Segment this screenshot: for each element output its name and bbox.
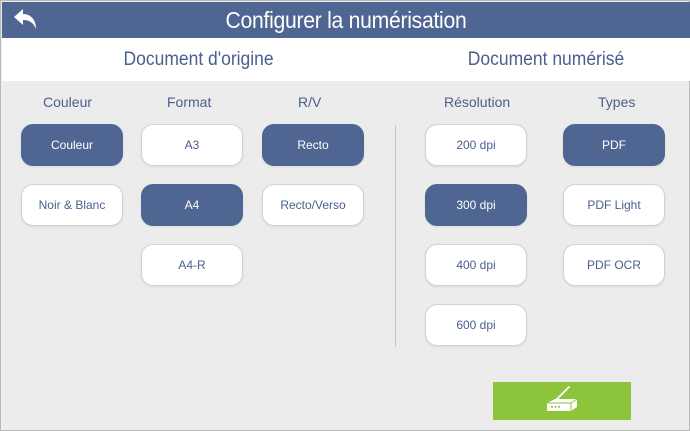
back-arrow-icon[interactable] — [12, 7, 42, 33]
resolution-column-label: Résolution — [444, 94, 511, 110]
option-couleur[interactable]: Couleur — [21, 124, 123, 166]
option-600-dpi[interactable]: 600 dpi — [425, 304, 527, 346]
scan-button[interactable] — [493, 382, 631, 420]
option-recto-verso[interactable]: Recto/Verso — [262, 184, 364, 226]
option-noir-blanc[interactable]: Noir & Blanc — [21, 184, 123, 226]
scanned-section-title: Document numérisé — [467, 49, 625, 70]
page-title: Configurer la numérisation — [225, 6, 467, 33]
title-bar: Configurer la numérisation — [2, 2, 690, 38]
scanner-icon — [545, 385, 579, 417]
option-a3[interactable]: A3 — [141, 124, 243, 166]
option-pdf-ocr[interactable]: PDF OCR — [563, 244, 665, 286]
scan-config-screen: Configurer la numérisation Document d'or… — [0, 0, 690, 431]
option-200-dpi[interactable]: 200 dpi — [425, 124, 527, 166]
origin-section-title: Document d'origine — [123, 49, 274, 70]
option-300-dpi[interactable]: 300 dpi — [425, 184, 527, 226]
option-400-dpi[interactable]: 400 dpi — [425, 244, 527, 286]
format-column-label: Format — [167, 94, 212, 110]
section-divider — [395, 125, 396, 347]
option-recto[interactable]: Recto — [262, 124, 364, 166]
types-column-label: Types — [598, 94, 636, 110]
rv-column-label: R/V — [298, 94, 322, 110]
couleur-column-label: Couleur — [43, 94, 93, 110]
option-a4[interactable]: A4 — [141, 184, 243, 226]
option-pdf-light[interactable]: PDF Light — [563, 184, 665, 226]
option-a4-r[interactable]: A4-R — [141, 244, 243, 286]
option-pdf[interactable]: PDF — [563, 124, 665, 166]
